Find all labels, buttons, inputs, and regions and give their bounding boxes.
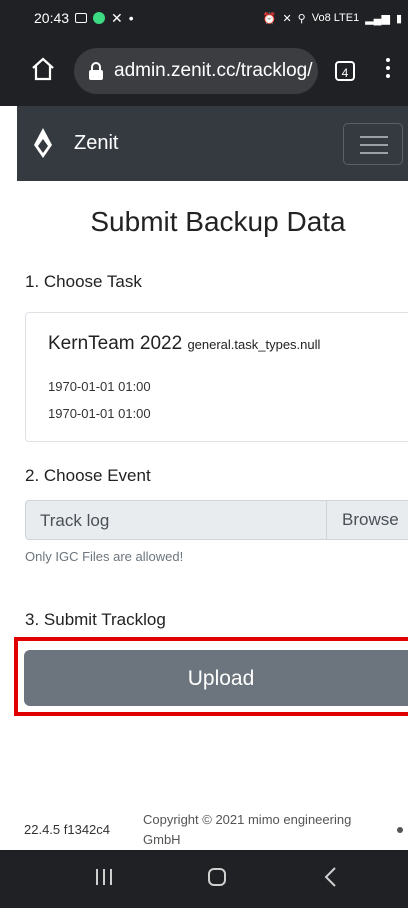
browser-toolbar: admin.zenit.cc/tracklog/ 4	[0, 36, 408, 106]
page-title: Submit Backup Data	[90, 206, 346, 237]
task-card[interactable]: KernTeam 2022 general.task_types.null 19…	[25, 312, 408, 442]
hamburger-icon-line	[360, 152, 388, 154]
mute-icon: ✕	[282, 12, 292, 25]
navbar-toggle-button[interactable]	[343, 123, 403, 165]
home-icon[interactable]	[30, 56, 56, 82]
lock-icon	[89, 62, 103, 80]
app-version: 22.4.5 f1342c4	[24, 822, 111, 837]
hamburger-icon	[360, 136, 388, 138]
home-button-icon[interactable]	[208, 868, 226, 886]
android-navigation-bar	[0, 850, 408, 908]
alarm-icon: ⏰	[262, 12, 277, 25]
notification-dot-icon	[93, 12, 106, 24]
signal-icon: ▂▄▆	[365, 12, 390, 25]
tab-switcher-button[interactable]: 4	[335, 61, 355, 81]
browser-menu-icon[interactable]	[384, 58, 392, 86]
site-navbar: Zenit	[17, 106, 408, 181]
network-label: Vo8 LTE1	[311, 12, 360, 24]
url-text: admin.zenit.cc/tracklog/	[114, 60, 313, 81]
brand-name[interactable]: Zenit	[74, 132, 118, 155]
step-submit-tracklog-label: 3. Submit Tracklog	[25, 610, 166, 629]
file-type-hint: Only IGC Files are allowed!	[25, 549, 184, 564]
battery-icon: ▮	[395, 12, 402, 25]
task-name: KernTeam 2022	[48, 333, 183, 354]
task-title: KernTeam 2022 general.task_types.null	[48, 333, 320, 355]
back-icon[interactable]	[322, 866, 340, 888]
gallery-icon	[75, 13, 88, 23]
dot-icon: •	[128, 10, 134, 26]
task-end-date: 1970-01-01 01:00	[48, 406, 151, 421]
location-icon: ⚲	[297, 12, 306, 25]
status-bar-left: 20:43 ✕ •	[34, 10, 134, 27]
status-bar: 20:43 ✕ • ⏰ ✕ ⚲ Vo8 LTE1 ▂▄▆ ▮	[0, 0, 408, 36]
zenit-logo-icon[interactable]	[33, 127, 53, 159]
file-input-placeholder: Track log	[40, 511, 110, 530]
recent-apps-icon[interactable]	[94, 867, 114, 887]
step-choose-event-label: 2. Choose Event	[25, 466, 151, 485]
upload-button[interactable]: Upload	[24, 650, 408, 706]
step-choose-task-label: 1. Choose Task	[25, 272, 142, 291]
status-bar-right: ⏰ ✕ ⚲ Vo8 LTE1 ▂▄▆ ▮	[263, 12, 402, 25]
copyright-text: Copyright © 2021 mimo engineering GmbH	[143, 812, 352, 847]
phone-missed-icon: ✕	[111, 9, 123, 26]
footer: 22.4.5 f1342c4 Copyright © 2021 mimo eng…	[0, 800, 408, 850]
task-start-date: 1970-01-01 01:00	[48, 379, 151, 394]
browse-button[interactable]: Browse	[326, 501, 408, 539]
task-type: general.task_types.null	[187, 337, 321, 352]
url-bar[interactable]: admin.zenit.cc/tracklog/	[74, 48, 318, 94]
hamburger-icon-line	[360, 144, 388, 146]
status-time: 20:43	[34, 10, 70, 26]
footer-logo-icon	[397, 827, 403, 833]
tracklog-file-input[interactable]: Track log Browse	[25, 500, 408, 540]
